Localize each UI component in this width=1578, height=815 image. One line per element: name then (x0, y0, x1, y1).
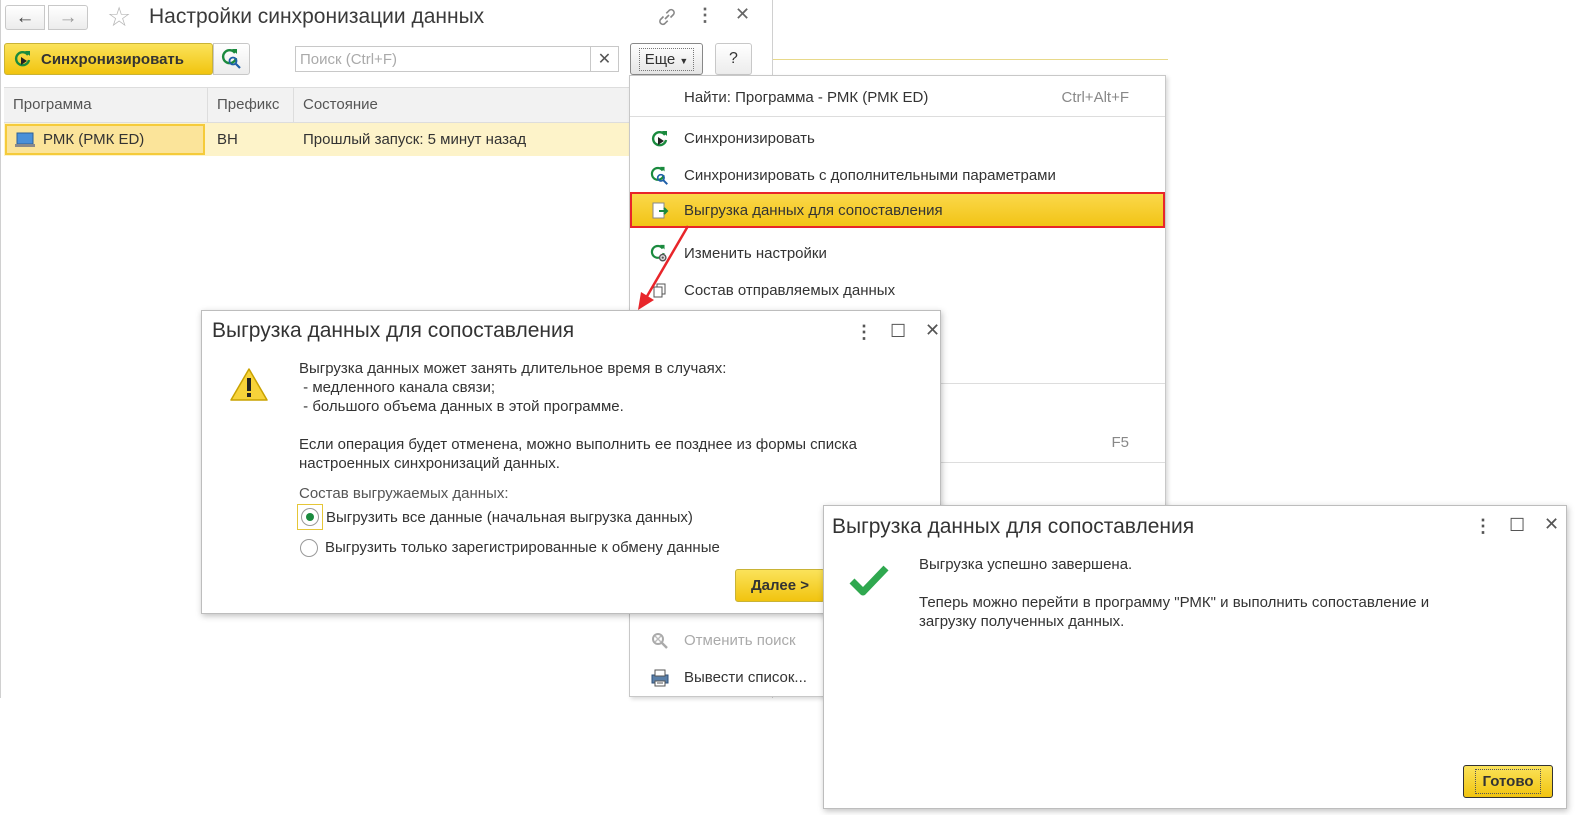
sync-with-params-button[interactable] (213, 43, 250, 75)
back-button[interactable]: ← (5, 5, 45, 30)
menu-item-sync-label: Синхронизировать (684, 129, 815, 147)
menu-item-find-label: Найти: Программа - РМК (РМК ED) (684, 88, 929, 106)
success-check-icon (849, 565, 889, 596)
cell-state: Прошлый запуск: 5 минут назад (303, 131, 527, 148)
cell-program-text: РМК (РМК ED) (43, 131, 145, 148)
dropdown-arrow-icon: ▼ (679, 55, 689, 66)
arrow-right-icon: → (58, 6, 78, 28)
next-button[interactable]: Далее > (735, 569, 825, 602)
radio-export-registered[interactable]: Выгрузить только зарегистрированные к об… (300, 538, 720, 557)
dialog-text-line: настроенных синхронизаций данных. (299, 455, 560, 472)
search-clear-button[interactable]: ✕ (591, 46, 619, 72)
radio-export-all-label: Выгрузить все данные (начальная выгрузка… (326, 508, 693, 526)
dialog-text-line: Выгрузка успешно завершена. (919, 556, 1133, 573)
sync-button[interactable]: Синхронизировать (4, 43, 213, 75)
menu-item-export-mapping-label: Выгрузка данных для сопоставления (684, 201, 943, 219)
cell-program[interactable]: РМК (РМК ED) (5, 124, 205, 155)
menu-item-find[interactable]: Найти: Программа - РМК (РМК ED) Ctrl+Alt… (630, 79, 1165, 115)
help-button[interactable]: ? (715, 43, 752, 75)
more-vertical-icon[interactable]: ⋮ (855, 323, 873, 341)
dialog-text-line: - медленного канала связи; (299, 379, 496, 396)
forward-button[interactable]: → (48, 5, 88, 30)
clear-icon: ✕ (597, 51, 612, 68)
sync-search-icon (650, 166, 668, 185)
close-icon[interactable]: ✕ (1544, 515, 1559, 533)
more-vertical-icon[interactable]: ⋮ (1474, 517, 1492, 535)
menu-item-refresh-shortcut: F5 (1111, 433, 1129, 451)
column-header-program[interactable]: Программа (4, 88, 208, 122)
maximize-icon[interactable]: ☐ (1509, 516, 1525, 534)
radio-button[interactable] (301, 508, 319, 526)
more-button-label: Еще (644, 50, 676, 68)
annotation-arrow (638, 225, 690, 310)
window-title: Настройки синхронизации данных (149, 5, 485, 28)
link-icon[interactable] (656, 7, 678, 31)
cell-prefix: ВН (217, 131, 238, 148)
dialog-text-line: - большого объема данных в этой программ… (299, 398, 624, 415)
radio-export-all[interactable]: Выгрузить все данные (начальная выгрузка… (297, 504, 693, 530)
sync-icon (651, 130, 668, 147)
favorite-star-icon[interactable]: ☆ (107, 3, 131, 31)
composition-label: Состав выгружаемых данных: (299, 485, 509, 502)
sync-icon (14, 50, 31, 67)
radio-export-registered-label: Выгрузить только зарегистрированные к об… (325, 539, 720, 556)
dialog-title: Выгрузка данных для сопоставления (212, 319, 575, 342)
menu-item-cancel-search-label: Отменить поиск (684, 631, 796, 649)
export-document-icon (652, 202, 669, 219)
dialog-text-line: Выгрузка данных может занять длительное … (299, 360, 727, 377)
dialog-text-line: Теперь можно перейти в программу "РМК" и… (919, 594, 1430, 611)
menu-separator (630, 116, 1165, 117)
more-button[interactable]: Еще ▼ (630, 43, 703, 75)
export-complete-dialog: Выгрузка данных для сопоставления ⋮ ☐ ✕ … (823, 505, 1567, 809)
menu-item-sync[interactable]: Синхронизировать (630, 120, 1165, 156)
menu-item-change-settings-label: Изменить настройки (684, 244, 827, 262)
done-button-label: Готово (1475, 769, 1541, 794)
search-input[interactable] (295, 46, 591, 72)
menu-item-data-composition-label: Состав отправляемых данных (684, 281, 896, 299)
cancel-search-icon (652, 633, 668, 649)
menu-item-find-shortcut: Ctrl+Alt+F (1061, 88, 1129, 106)
column-header-prefix[interactable]: Префикс (208, 88, 294, 122)
menu-item-data-composition[interactable]: Состав отправляемых данных (630, 272, 1165, 308)
printer-list-icon (651, 669, 669, 687)
sync-button-label: Синхронизировать (41, 50, 184, 68)
sync-search-icon (221, 48, 241, 69)
arrow-left-icon: ← (15, 6, 35, 28)
done-button[interactable]: Готово (1463, 765, 1553, 798)
close-icon[interactable]: ✕ (735, 4, 750, 25)
computer-icon (15, 132, 35, 147)
radio-button[interactable] (300, 538, 318, 557)
maximize-icon[interactable]: ☐ (890, 322, 906, 340)
more-vertical-icon[interactable]: ⋮ (696, 6, 714, 24)
menu-item-output-list-label: Вывести список... (684, 668, 807, 686)
dialog-title: Выгрузка данных для сопоставления (832, 515, 1195, 538)
menu-item-change-settings[interactable]: Изменить настройки (630, 235, 1165, 271)
background-divider (773, 59, 1168, 60)
menu-item-sync-params-label: Синхронизировать с дополнительными парам… (684, 166, 1056, 184)
dialog-text-line: Если операция будет отменена, можно выпо… (299, 436, 857, 453)
dialog-text-line: загрузку полученных данных. (919, 613, 1125, 630)
menu-item-sync-params[interactable]: Синхронизировать с дополнительными парам… (630, 157, 1165, 193)
menu-item-export-mapping[interactable]: Выгрузка данных для сопоставления (630, 192, 1165, 228)
warning-icon (230, 368, 268, 401)
close-icon[interactable]: ✕ (925, 321, 940, 339)
